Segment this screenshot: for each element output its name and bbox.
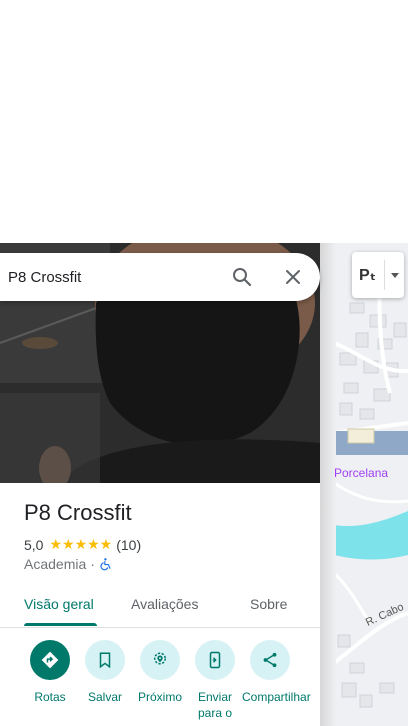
active-tab-indicator — [24, 623, 97, 626]
nearby-button[interactable]: Próximo — [132, 640, 188, 705]
wheelchair-accessible-icon — [100, 558, 111, 571]
rating-value: 5,0 — [24, 536, 44, 553]
share-icon — [250, 640, 290, 680]
directions-button[interactable]: Rotas — [22, 640, 78, 705]
search-box — [0, 253, 320, 301]
bookmark-icon — [85, 640, 125, 680]
blank-area — [0, 0, 408, 243]
search-icon[interactable] — [230, 265, 254, 289]
place-category[interactable]: Academia — [24, 556, 86, 572]
separator-dot: · — [90, 556, 95, 572]
send-to-phone-button[interactable]: Enviar para o — [187, 640, 243, 721]
action-buttons: Rotas Salvar Próximo Enviar para o Compa… — [0, 640, 320, 726]
review-count[interactable]: (10) — [116, 537, 141, 553]
send-to-phone-label: Enviar para o — [197, 690, 233, 720]
nearby-icon — [140, 640, 180, 680]
place-title: P8 Crossfit — [24, 500, 132, 525]
nearby-label: Próximo — [137, 690, 182, 704]
map-layer-button[interactable]: Pₜ — [352, 252, 404, 298]
caret-down-icon[interactable] — [391, 272, 399, 278]
layer-divider — [384, 260, 385, 290]
directions-label: Rotas — [34, 690, 66, 704]
rating-row: 5,0 ★★★★★ (10) — [24, 536, 141, 553]
directions-icon — [30, 640, 70, 680]
save-label: Salvar — [87, 690, 122, 704]
category-row: Academia · — [24, 556, 113, 572]
place-tabs: Visão geral Avaliações Sobre — [0, 583, 320, 628]
panel-shadow — [320, 243, 336, 726]
close-icon[interactable] — [281, 265, 305, 289]
map-place-label[interactable]: Porcelana — [334, 466, 388, 480]
map-view[interactable] — [320, 243, 408, 726]
tab-overview[interactable]: Visão geral — [24, 596, 94, 612]
search-input[interactable] — [8, 265, 218, 289]
star-rating-icon: ★★★★★ — [49, 536, 113, 552]
layer-label: Pₜ — [359, 267, 376, 284]
share-label: Compartilhar — [242, 690, 311, 704]
tab-about[interactable]: Sobre — [250, 596, 287, 612]
tab-reviews[interactable]: Avaliações — [131, 596, 198, 612]
save-button[interactable]: Salvar — [77, 640, 133, 705]
send-to-phone-icon — [195, 640, 235, 680]
share-button[interactable]: Compartilhar — [242, 640, 311, 705]
